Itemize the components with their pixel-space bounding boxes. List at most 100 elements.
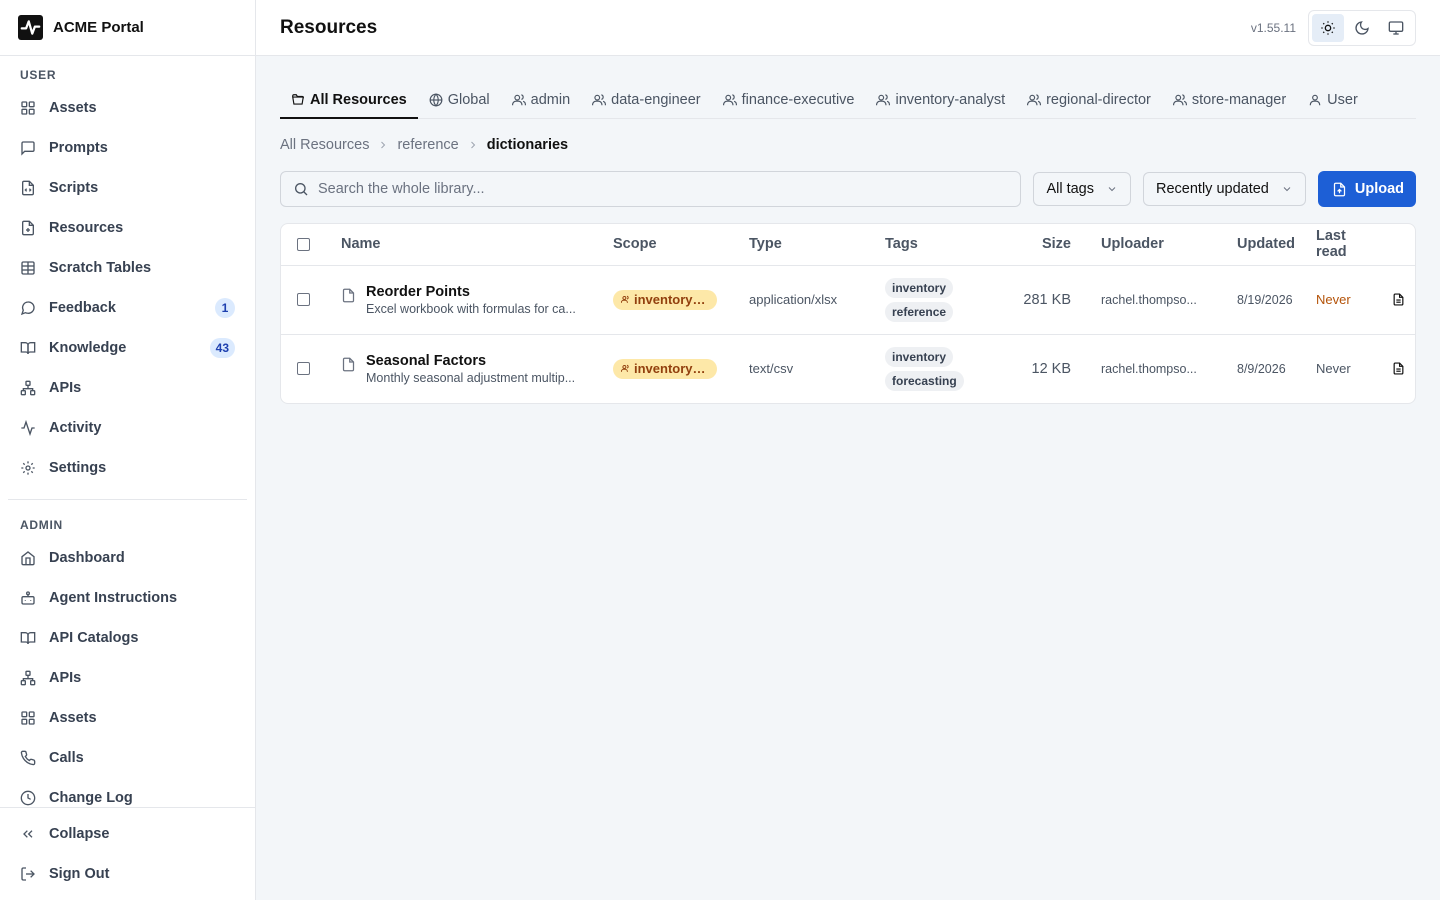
tab-inventory-analyst[interactable]: inventory-analyst <box>865 82 1016 118</box>
tab-user[interactable]: User <box>1297 82 1369 118</box>
tab-admin[interactable]: admin <box>501 82 582 118</box>
breadcrumb-root[interactable]: All Resources <box>280 137 369 153</box>
sidebar-item-knowledge[interactable]: Knowledge 43 <box>0 328 255 368</box>
resource-description: Monthly seasonal adjustment multip... <box>366 370 576 385</box>
table-row[interactable]: Seasonal Factors Monthly seasonal adjust… <box>281 334 1415 403</box>
column-header-type[interactable]: Type <box>741 224 877 266</box>
sidebar-item-resources[interactable]: Resources <box>0 208 255 248</box>
grid-icon <box>21 711 35 725</box>
user-icon <box>1309 94 1321 106</box>
phone-icon <box>20 750 36 766</box>
sidebar-item-scripts[interactable]: Scripts <box>0 168 255 208</box>
tab-label: Global <box>447 92 490 108</box>
globe-icon <box>429 93 443 107</box>
scope-badge: inventory-a... <box>613 289 717 310</box>
sidebar-item-activity[interactable]: Activity <box>0 408 255 448</box>
monitor-icon <box>1388 20 1404 35</box>
search-input[interactable] <box>318 181 1009 197</box>
table-row[interactable]: Reorder Points Excel workbook with formu… <box>281 265 1415 335</box>
sidebar-item-feedback[interactable]: Feedback 1 <box>0 288 255 328</box>
file-text-icon[interactable] <box>1392 293 1405 306</box>
sidebar-item-assets[interactable]: Assets <box>0 88 255 128</box>
dark-theme-button[interactable] <box>1346 14 1378 42</box>
resource-last-read: Never <box>1308 265 1384 335</box>
tag-badge[interactable]: inventory <box>885 277 954 298</box>
table-icon <box>21 261 35 275</box>
resources-table: Name Scope Type Tags Size Uploader Updat… <box>280 223 1416 404</box>
clock-icon <box>20 790 36 806</box>
sidebar-item-calls[interactable]: Calls <box>0 738 255 778</box>
sidebar-item-label: Activity <box>49 420 102 436</box>
sidebar-item-prompts[interactable]: Prompts <box>0 128 255 168</box>
sidebar-item-apis[interactable]: APIs <box>0 368 255 408</box>
sidebar-item-admin-assets[interactable]: Assets <box>0 698 255 738</box>
sidebar-item-label: Prompts <box>49 140 108 156</box>
column-header-size[interactable]: Size <box>1009 224 1093 266</box>
tab-label: User <box>1327 92 1358 108</box>
collapse-button[interactable]: Collapse <box>0 814 255 854</box>
resource-size: 12 KB <box>1031 360 1072 377</box>
sidebar-item-admin-apis[interactable]: APIs <box>0 658 255 698</box>
chevrons-left-icon <box>23 830 33 838</box>
tab-regional-director[interactable]: regional-director <box>1016 82 1162 118</box>
users-icon <box>876 94 891 106</box>
tab-label: store-manager <box>1191 92 1287 108</box>
row-checkbox[interactable] <box>297 362 310 376</box>
folder-open-icon <box>292 94 304 105</box>
activity-icon <box>21 420 35 436</box>
brand-name: ACME Portal <box>53 19 144 36</box>
sidebar-item-agent-instructions[interactable]: Agent Instructions <box>0 578 255 618</box>
column-header-scope[interactable]: Scope <box>605 224 741 266</box>
breadcrumb-current: dictionaries <box>486 137 569 153</box>
column-header-updated[interactable]: Updated <box>1229 224 1308 266</box>
sort-select[interactable]: Recently updated <box>1143 172 1306 206</box>
tab-all-resources[interactable]: All Resources <box>280 82 418 119</box>
book-open-icon <box>20 342 36 355</box>
tags-filter-select[interactable]: All tags <box>1033 172 1131 206</box>
resource-name[interactable]: Reorder Points <box>366 284 576 300</box>
sidebar-item-settings[interactable]: Settings <box>0 448 255 488</box>
resource-uploader: rachel.thompso... <box>1101 361 1197 376</box>
resource-uploader: rachel.thompso... <box>1101 292 1197 307</box>
select-all-checkbox[interactable] <box>297 237 310 251</box>
sidebar-item-api-catalogs[interactable]: API Catalogs <box>0 618 255 658</box>
system-theme-button[interactable] <box>1380 14 1412 42</box>
tags-filter-value: All tags <box>1046 181 1094 197</box>
tab-label: finance-executive <box>741 92 855 108</box>
upload-button[interactable]: Upload <box>1317 171 1416 207</box>
sign-out-button[interactable]: Sign Out <box>0 854 255 894</box>
column-header-name[interactable]: Name <box>333 224 605 266</box>
row-checkbox[interactable] <box>297 293 310 306</box>
sidebar-item-label: Feedback <box>49 300 116 316</box>
upload-label: Upload <box>1354 181 1404 197</box>
sidebar-item-label: Assets <box>49 100 97 116</box>
brand[interactable]: ACME Portal <box>0 0 255 56</box>
scope-badge: inventory-a... <box>613 358 717 379</box>
tag-badge[interactable]: inventory <box>885 346 954 367</box>
tag-badge[interactable]: reference <box>885 301 954 322</box>
tab-label: All Resources <box>310 92 407 108</box>
tab-finance-executive[interactable]: finance-executive <box>712 82 866 118</box>
grid-icon <box>21 101 35 115</box>
breadcrumb-reference[interactable]: reference <box>397 137 458 153</box>
tag-badge[interactable]: forecasting <box>885 370 964 391</box>
users-icon <box>621 364 629 373</box>
sidebar-item-label: Scratch Tables <box>49 260 152 276</box>
column-header-last-read[interactable]: Last read <box>1308 224 1384 266</box>
chevron-right-icon <box>381 141 386 149</box>
chevron-right-icon <box>470 141 475 149</box>
light-theme-button[interactable] <box>1312 13 1344 42</box>
sidebar-item-scratch-tables[interactable]: Scratch Tables <box>0 248 255 288</box>
resource-type: text/csv <box>749 361 794 377</box>
theme-switcher <box>1308 9 1416 46</box>
sidebar-item-dashboard[interactable]: Dashboard <box>0 538 255 578</box>
tab-global[interactable]: Global <box>418 82 501 118</box>
tab-data-engineer[interactable]: data-engineer <box>581 82 712 118</box>
table-header-row: Name Scope Type Tags Size Uploader Updat… <box>281 224 1415 266</box>
column-header-uploader[interactable]: Uploader <box>1093 224 1229 266</box>
tab-store-manager[interactable]: store-manager <box>1162 82 1297 118</box>
sidebar-item-label: API Catalogs <box>49 630 139 646</box>
file-text-icon[interactable] <box>1392 362 1405 375</box>
resource-name[interactable]: Seasonal Factors <box>366 353 575 369</box>
bot-icon <box>21 591 35 605</box>
